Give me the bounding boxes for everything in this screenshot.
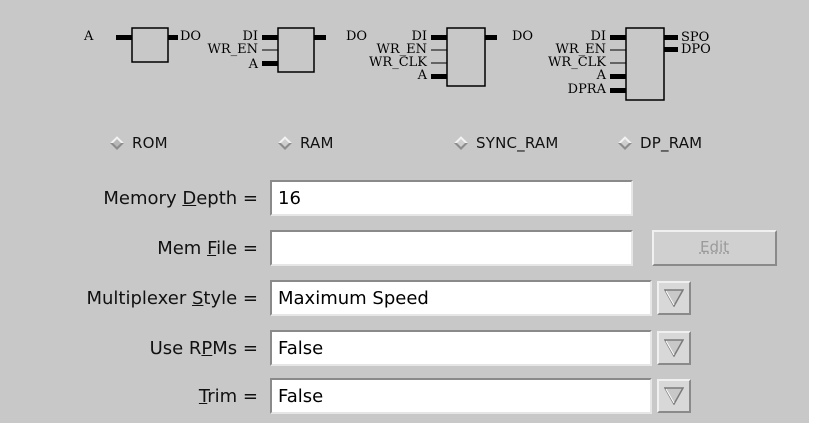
radio-sync-ram[interactable]: SYNC_RAM [454,133,559,153]
mux-style-label: Multiplexer Style = [86,288,258,309]
radio-sync-ram-label: SYNC_RAM [476,134,559,152]
use-rpms-label: Use RPMs = [149,338,258,359]
radio-ram-label: RAM [300,134,334,152]
ram-diagram: DI WR_EN A DO [207,27,367,73]
rom-pin-do: DO [180,29,201,44]
ram-pin-do: DO [346,29,367,44]
mux-style-dropdown-button[interactable] [657,281,691,315]
radio-dp-ram-label: DP_RAM [640,134,703,152]
mem-file-label: Mem File = [157,238,258,259]
radio-rom[interactable]: ROM [110,133,168,153]
triangle-down-icon [664,289,684,307]
dp-ram-pin-a: A [596,68,607,83]
memory-depth-label: Memory Depth = [103,188,258,209]
triangle-down-icon [664,339,684,357]
ram-pin-a: A [248,57,259,72]
diamond-radio-icon [454,136,468,150]
mux-style-select[interactable]: Maximum Speed [270,280,652,316]
memory-diagrams: A DO DI WR_EN A DO DI WR_EN WR_CLK A DO [83,27,711,101]
radio-dp-ram[interactable]: DP_RAM [618,133,702,153]
dp-ram-pin-dpo: DPO [681,42,711,57]
mem-file-input[interactable] [270,230,633,266]
sync-ram-pin-a: A [417,68,428,83]
sync-ram-diagram: DI WR_EN WR_CLK A DO [369,27,533,87]
diamond-radio-icon [110,136,124,150]
diamond-radio-icon [278,136,292,150]
sync-ram-pin-do: DO [512,29,533,44]
rom-diagram: A DO [83,27,201,63]
rom-pin-a: A [83,29,94,44]
trim-select[interactable]: False [270,378,652,414]
window-edge [809,0,815,423]
trim-dropdown-button[interactable] [657,379,691,413]
triangle-down-icon [664,387,684,405]
diamond-radio-icon [618,136,632,150]
ram-pin-wr-en: WR_EN [207,42,258,57]
use-rpms-dropdown-button[interactable] [657,331,691,365]
use-rpms-select[interactable]: False [270,330,652,366]
radio-ram[interactable]: RAM [278,133,334,153]
memory-depth-input[interactable]: 16 [270,180,633,216]
edit-button[interactable]: Edit [652,230,777,266]
trim-label: Trim = [198,386,258,407]
radio-rom-label: ROM [132,134,168,152]
dp-ram-pin-dpra: DPRA [568,82,607,97]
dp-ram-diagram: DI WR_EN WR_CLK A DPRA SPO DPO [548,27,711,101]
dialog-panel: A DO DI WR_EN A DO DI WR_EN WR_CLK A DO [0,0,815,423]
